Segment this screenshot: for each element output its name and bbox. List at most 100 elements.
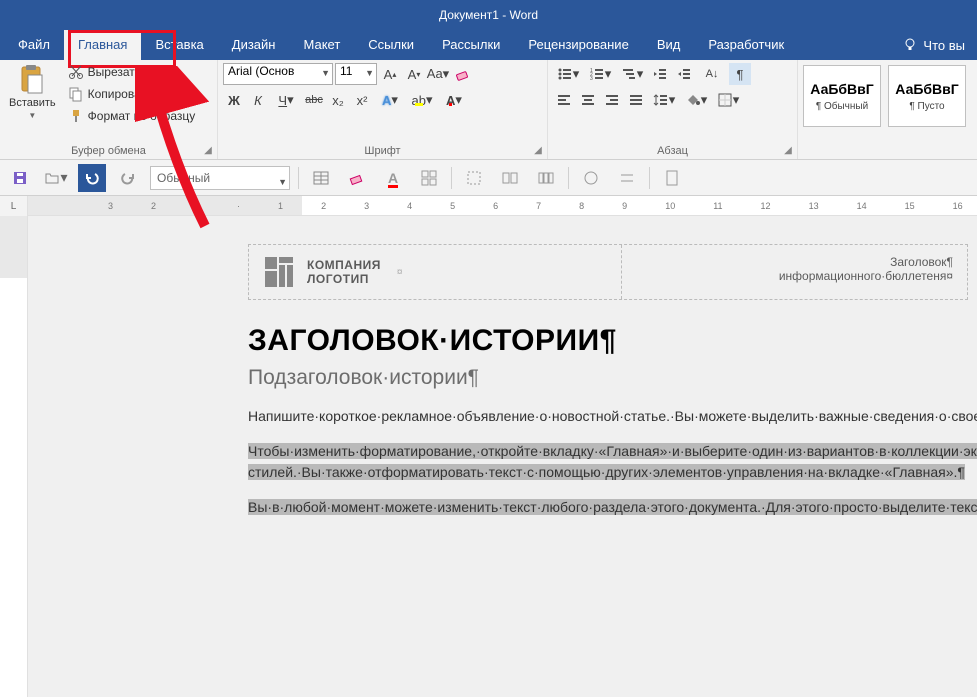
style-normal[interactable]: АаБбВвГ ¶ Обычный <box>803 65 881 127</box>
copy-label: Копировать <box>88 87 153 101</box>
group-clipboard: Вставить ▼ Вырезать Копировать Формат по… <box>0 60 218 159</box>
group-styles: АаБбВвГ ¶ Обычный АаБбВвГ ¶ Пусто <box>798 60 977 159</box>
align-left-icon <box>556 92 572 108</box>
ruler-row: L 321·123456789101112131415161718 <box>0 196 977 216</box>
borders2-icon <box>465 169 483 187</box>
tab-references[interactable]: Ссылки <box>354 30 428 60</box>
style-sample: АаБбВвГ <box>810 81 873 97</box>
bucket-icon <box>685 92 701 108</box>
paragraph-2[interactable]: Чтобы·изменить·форматирование,·откройте·… <box>248 441 938 483</box>
bold-button[interactable]: Ж <box>223 89 245 111</box>
tell-me[interactable]: Что вы <box>903 38 973 53</box>
undo-button[interactable] <box>78 164 106 192</box>
borders-button[interactable]: ▾ <box>713 89 743 111</box>
style-nospacing[interactable]: АаБбВвГ ¶ Пусто <box>888 65 966 127</box>
format-painter-button[interactable]: Формат по образцу <box>64 105 200 127</box>
paragraph-1[interactable]: Напишите·короткое·рекламное·объявление·о… <box>248 406 688 427</box>
quick-access-toolbar: ▾ Обычный▼ A <box>0 160 977 196</box>
tab-insert[interactable]: Вставка <box>141 30 217 60</box>
superscript-button[interactable]: x² <box>351 89 373 111</box>
numbering-button[interactable]: 123▾ <box>585 63 615 85</box>
selected-text-1: Чтобы·изменить·форматирование,·откройте·… <box>248 443 977 480</box>
vertical-ruler[interactable] <box>0 216 28 697</box>
tab-review[interactable]: Рецензирование <box>514 30 642 60</box>
header-right-1: Заголовок¶ <box>636 255 953 269</box>
line-spacing-button[interactable]: ▾ <box>649 89 679 111</box>
grow-font-button[interactable]: A▴ <box>379 63 401 85</box>
split-icon <box>501 169 519 187</box>
font-name-value: Arial (Основ <box>228 64 294 78</box>
strikethrough-button[interactable]: abc <box>303 89 325 111</box>
copy-button[interactable]: Копировать <box>64 83 200 105</box>
font-size-combo[interactable]: 11▼ <box>335 63 377 85</box>
horizontal-ruler[interactable]: 321·123456789101112131415161718 <box>28 196 977 215</box>
save-button[interactable] <box>6 164 34 192</box>
paragraph-dialog-launcher[interactable]: ◢ <box>781 143 795 157</box>
title-bar: Документ1 - Word <box>0 0 977 30</box>
separator4 <box>649 167 650 189</box>
subscript-button[interactable]: x₂ <box>327 89 349 111</box>
paste-button[interactable]: Вставить ▼ <box>5 61 60 142</box>
copy-icon <box>68 86 84 102</box>
qat-table-button[interactable] <box>307 164 335 192</box>
tab-design[interactable]: Дизайн <box>218 30 290 60</box>
tab-developer[interactable]: Разработчик <box>694 30 798 60</box>
qat-borders2-button[interactable] <box>460 164 488 192</box>
show-marks-button[interactable]: ¶ <box>729 63 751 85</box>
document-canvas[interactable]: КОМПАНИЯ ЛОГОТИП ¤ Заголовок¶ информацио… <box>28 216 977 697</box>
highlight-color-button[interactable]: ab▾ <box>407 89 437 111</box>
open-button[interactable]: ▾ <box>42 164 70 192</box>
change-case-button[interactable]: Aa▾ <box>427 63 449 85</box>
paragraph-3[interactable]: Вы·в·любой·момент·можете·изменить·текст·… <box>248 497 938 518</box>
qat-eraser-button[interactable] <box>343 164 371 192</box>
dashes-icon <box>618 169 636 187</box>
cut-button[interactable]: Вырезать <box>64 61 200 83</box>
qat-3col-button[interactable] <box>532 164 560 192</box>
font-name-combo[interactable]: Arial (Основ▼ <box>223 63 333 85</box>
multilevel-list-button[interactable]: ▾ <box>617 63 647 85</box>
indent-icon <box>676 66 692 82</box>
style-quick-combo[interactable]: Обычный▼ <box>150 166 290 190</box>
qat-page-button[interactable] <box>658 164 686 192</box>
clear-formatting-button[interactable] <box>451 63 473 85</box>
align-right-button[interactable] <box>601 89 623 111</box>
tab-mailings[interactable]: Рассылки <box>428 30 514 60</box>
tab-file[interactable]: Файл <box>4 30 64 60</box>
qat-split-button[interactable] <box>496 164 524 192</box>
bullets-button[interactable]: ▾ <box>553 63 583 85</box>
circle-icon <box>582 169 600 187</box>
qat-grid-button[interactable] <box>415 164 443 192</box>
increase-indent-button[interactable] <box>673 63 695 85</box>
italic-button[interactable]: К <box>247 89 269 111</box>
align-center-icon <box>580 92 596 108</box>
font-color-button[interactable]: A▾ <box>439 89 469 111</box>
cut-label: Вырезать <box>88 65 141 79</box>
page-icon <box>663 169 681 187</box>
bullets-icon <box>557 66 573 82</box>
align-center-button[interactable] <box>577 89 599 111</box>
folder-icon <box>44 170 60 186</box>
shrink-font-button[interactable]: A▾ <box>403 63 425 85</box>
clipboard-dialog-launcher[interactable]: ◢ <box>201 143 215 157</box>
justify-button[interactable] <box>625 89 647 111</box>
logo-text1: КОМПАНИЯ <box>307 258 381 272</box>
tab-layout[interactable]: Макет <box>289 30 354 60</box>
font-dialog-launcher[interactable]: ◢ <box>531 143 545 157</box>
document-heading1[interactable]: ЗАГОЛОВОК·ИСТОРИИ¶ <box>248 324 968 358</box>
redo-button[interactable] <box>114 164 142 192</box>
document-heading2[interactable]: Подзаголовок·истории¶ <box>248 366 968 390</box>
align-left-button[interactable] <box>553 89 575 111</box>
sort-button[interactable]: A↓ <box>697 63 727 85</box>
tab-home[interactable]: Главная <box>64 30 141 60</box>
qat-circle-button[interactable] <box>577 164 605 192</box>
shading-button[interactable]: ▾ <box>681 89 711 111</box>
columns-icon <box>537 169 555 187</box>
ruler-corner[interactable]: L <box>0 196 28 216</box>
eraser-icon <box>454 66 470 82</box>
qat-fontcolor-button[interactable]: A <box>379 164 407 192</box>
underline-button[interactable]: Ч▾ <box>271 89 301 111</box>
qat-dashes-button[interactable] <box>613 164 641 192</box>
text-effects-button[interactable]: A▾ <box>375 89 405 111</box>
decrease-indent-button[interactable] <box>649 63 671 85</box>
tab-view[interactable]: Вид <box>643 30 695 60</box>
